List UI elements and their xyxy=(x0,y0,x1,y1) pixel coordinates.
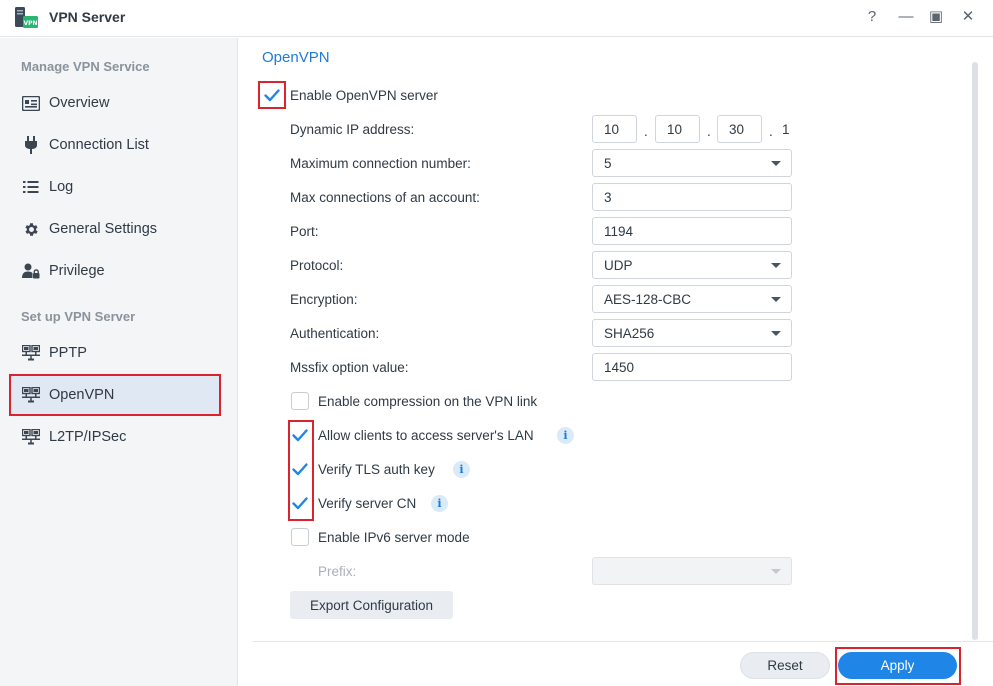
allow-lan-checkbox[interactable] xyxy=(291,426,309,444)
sidebar-item-label: L2TP/IPSec xyxy=(49,429,127,445)
verify-tls-label: Verify TLS auth key xyxy=(318,462,435,477)
plug-icon xyxy=(22,136,40,154)
checkmark-icon xyxy=(292,497,308,510)
sidebar-item-openvpn[interactable]: OpenVPN xyxy=(9,374,221,416)
sidebar-item-pptp[interactable]: PPTP xyxy=(11,334,219,372)
list-icon xyxy=(22,178,40,196)
info-icon[interactable]: i xyxy=(431,495,448,512)
sidebar-item-label: PPTP xyxy=(49,345,87,361)
sidebar-item-label: General Settings xyxy=(49,221,158,237)
checkmark-icon xyxy=(292,429,308,442)
gear-icon xyxy=(22,220,40,238)
enable-openvpn-checkbox[interactable] xyxy=(263,86,281,104)
checkmark-icon xyxy=(264,89,280,102)
openvpn-panel: OpenVPN Enable OpenVPN server Dynamic IP… xyxy=(239,38,993,686)
footer-divider xyxy=(253,641,993,642)
ip-separator: . xyxy=(644,124,648,139)
verify-cn-checkbox[interactable] xyxy=(291,494,309,512)
encryption-label: Encryption: xyxy=(290,292,358,307)
dynamic-ip-label: Dynamic IP address: xyxy=(290,122,415,137)
allow-lan-label: Allow clients to access server's LAN xyxy=(318,428,534,443)
compression-label: Enable compression on the VPN link xyxy=(318,394,538,409)
max-account-label: Max connections of an account: xyxy=(290,190,480,205)
maximize-button[interactable]: ▣ xyxy=(927,8,945,26)
protocol-label: Protocol: xyxy=(290,258,344,273)
compression-checkbox[interactable] xyxy=(291,392,309,410)
network-icon xyxy=(22,344,40,362)
window-title: VPN Server xyxy=(49,9,126,25)
authentication-label: Authentication: xyxy=(290,326,380,341)
vpn-server-app-icon: VPN xyxy=(15,7,38,28)
sidebar-item-overview[interactable]: Overview xyxy=(11,84,219,122)
user-lock-icon xyxy=(22,262,40,280)
prefix-label: Prefix: xyxy=(318,564,357,579)
ipv6-checkbox[interactable] xyxy=(291,528,309,546)
verify-cn-label: Verify server CN xyxy=(318,496,417,511)
sidebar-item-privilege[interactable]: Privilege xyxy=(11,252,219,290)
scrollbar[interactable] xyxy=(972,62,978,640)
max-connection-label: Maximum connection number: xyxy=(290,156,471,171)
mssfix-input[interactable]: 1450 xyxy=(592,353,792,381)
section-title: OpenVPN xyxy=(262,49,330,66)
sidebar-item-label: Privilege xyxy=(49,263,105,279)
svg-text:VPN: VPN xyxy=(23,20,37,27)
sidebar-item-label: Connection List xyxy=(49,137,149,153)
sidebar-item-l2tp-ipsec[interactable]: L2TP/IPSec xyxy=(11,418,219,456)
ip-octet-2-input[interactable]: 10 xyxy=(655,115,700,143)
ip-separator: . xyxy=(769,124,773,139)
port-label: Port: xyxy=(290,224,319,239)
overview-icon xyxy=(22,94,40,112)
sidebar-item-label: Log xyxy=(49,179,74,195)
ip-last-octet: 1 xyxy=(782,122,790,137)
network-icon xyxy=(22,428,40,446)
close-button[interactable]: ✕ xyxy=(959,8,977,26)
protocol-select[interactable]: UDP xyxy=(592,251,792,279)
sidebar-item-label: OpenVPN xyxy=(49,387,115,403)
sidebar-item-connection-list[interactable]: Connection List xyxy=(11,126,219,164)
authentication-value: SHA256 xyxy=(604,326,655,341)
max-connection-value: 5 xyxy=(604,156,612,171)
ip-octet-1-input[interactable]: 10 xyxy=(592,115,637,143)
network-icon xyxy=(22,386,40,404)
ip-separator: . xyxy=(707,124,711,139)
apply-button[interactable]: Apply xyxy=(838,652,957,679)
mssfix-label: Mssfix option value: xyxy=(290,360,409,375)
sidebar-section-manage: Manage VPN Service xyxy=(21,59,150,74)
protocol-value: UDP xyxy=(604,258,633,273)
prefix-select xyxy=(592,557,792,585)
encryption-select[interactable]: AES-128-CBC xyxy=(592,285,792,313)
ipv6-label: Enable IPv6 server mode xyxy=(318,530,470,545)
max-account-input[interactable]: 3 xyxy=(592,183,792,211)
reset-button[interactable]: Reset xyxy=(740,652,830,679)
ip-octet-3-input[interactable]: 30 xyxy=(717,115,762,143)
info-icon[interactable]: i xyxy=(453,461,470,478)
checkmark-icon xyxy=(292,463,308,476)
port-input[interactable]: 1194 xyxy=(592,217,792,245)
encryption-value: AES-128-CBC xyxy=(604,292,692,307)
sidebar-item-general-settings[interactable]: General Settings xyxy=(11,210,219,248)
info-icon[interactable]: i xyxy=(557,427,574,444)
minimize-button[interactable]: — xyxy=(897,8,915,26)
export-configuration-button[interactable]: Export Configuration xyxy=(290,591,453,619)
verify-tls-checkbox[interactable] xyxy=(291,460,309,478)
title-bar: VPN VPN Server ? — ▣ ✕ xyxy=(0,0,993,37)
sidebar-section-setup: Set up VPN Server xyxy=(21,309,136,324)
help-button[interactable]: ? xyxy=(863,8,881,26)
authentication-select[interactable]: SHA256 xyxy=(592,319,792,347)
max-connection-select[interactable]: 5 xyxy=(592,149,792,177)
sidebar: Manage VPN Service Overview Connection L… xyxy=(0,38,238,686)
sidebar-item-label: Overview xyxy=(49,95,110,111)
sidebar-item-log[interactable]: Log xyxy=(11,168,219,206)
enable-openvpn-label: Enable OpenVPN server xyxy=(290,88,438,103)
